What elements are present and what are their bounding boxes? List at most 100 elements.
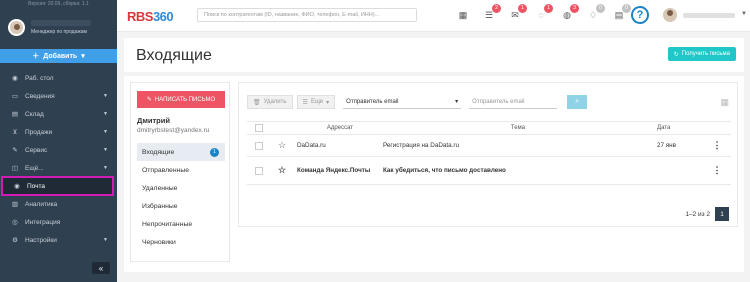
sidebar-item-more[interactable]: ◫ Ещё... ▼ [0, 159, 117, 177]
receive-mail-button[interactable]: ↻ Получить письма [667, 47, 736, 61]
user-name-redacted [31, 19, 91, 26]
delete-button[interactable]: 🗑 Удалить [247, 95, 293, 109]
folder-favorites[interactable]: Избранные [137, 197, 225, 215]
mail-icon: ◉ [14, 183, 20, 190]
row-menu-icon[interactable]: ⋮ [703, 165, 731, 176]
sidebar-item-mail[interactable]: ◉ Почта [1, 176, 114, 196]
dashboard-icon: ◉ [12, 75, 18, 82]
bell-badge: 0 [596, 4, 605, 13]
row-topic: Регистрация на DaData.ru [383, 142, 459, 149]
chevron-down-icon: ▾ [455, 99, 459, 105]
sidebar-item-integration[interactable]: ◎ Интеграция [0, 213, 117, 231]
inbox-badge: 0 [622, 4, 631, 13]
search-input[interactable]: Поиск по контрагентам (ID, название, ФИО… [197, 8, 417, 22]
chevron-down-icon: ▼ [103, 237, 108, 243]
calendar-icon[interactable]: ▦ [457, 9, 469, 21]
user-profile[interactable]: Менеджер по продажам [0, 8, 117, 46]
more-button[interactable]: ☰ Еще ▾ [296, 95, 336, 109]
table-row[interactable]: ☆ Команда Яндекс.Почты Как убедиться, чт… [247, 157, 731, 185]
plus-icon: ＋ [32, 53, 40, 60]
chevron-down-icon: ▼ [103, 129, 108, 135]
chevron-down-icon: ▼ [103, 93, 108, 99]
warehouse-icon: ▤ [11, 111, 19, 118]
folder-label: Отправленные [142, 166, 190, 174]
chevron-down-icon: ▼ [103, 165, 108, 171]
sidebar-item-settings[interactable]: ⚙ Настройки ▼ [0, 231, 117, 249]
sidebar: Версия: 20.09, сборка: 1.1 Менеджер по п… [0, 0, 117, 282]
compose-button[interactable]: ✎ НАПИСАТЬ ПИСЬМО [137, 91, 225, 108]
avatar[interactable] [8, 18, 25, 36]
header-date[interactable]: Дата [653, 125, 703, 131]
chat-badge: 1 [544, 4, 553, 13]
row-date: 27 янв [657, 142, 676, 149]
sidebar-item-info[interactable]: ▭ Сведения ▼ [0, 87, 117, 105]
folder-inbox[interactable]: Входящие 1 [137, 143, 225, 161]
mail-table: Адрессат Тема Дата ☆ DaData.ru Регистрац… [247, 121, 731, 185]
row-menu-icon[interactable]: ⋮ [703, 140, 731, 151]
bell-icon[interactable]: ♢ 0 [587, 4, 605, 21]
star-icon[interactable]: ☆ [271, 165, 293, 176]
sidebar-item-analytics[interactable]: ▥ Аналитика [0, 195, 117, 213]
edit-icon: ✎ [146, 97, 152, 103]
user-name-redacted[interactable] [683, 13, 735, 18]
trash-icon: 🗑 [253, 99, 261, 106]
search-button[interactable]: ⌕ [567, 95, 588, 109]
chevron-down-icon[interactable]: ▼ [741, 11, 747, 17]
envelope-icon[interactable]: ✉ 1 [509, 4, 527, 21]
sidebar-item-sales[interactable]: ⊻ Продажи ▼ [0, 123, 117, 141]
chat-icon[interactable]: ◌ 1 [535, 4, 553, 21]
row-checkbox[interactable] [255, 166, 263, 175]
table-row[interactable]: ☆ DaData.ru Регистрация на DaData.ru 27 … [247, 135, 731, 157]
sidebar-item-label: Ещё... [25, 164, 44, 172]
folder-deleted[interactable]: Удаленные [137, 179, 225, 197]
page-button[interactable]: 1 [715, 207, 729, 221]
table-header: Адрессат Тема Дата [247, 121, 731, 135]
logo[interactable]: RBS360 [127, 9, 174, 24]
folder-unread[interactable]: Непрочитанные [137, 215, 225, 233]
sidebar-item-label: Интеграция [25, 218, 61, 226]
folder-list: Входящие 1 Отправленные Удаленные Избран… [137, 143, 225, 251]
list-icon: ☰ [302, 99, 308, 106]
folder-drafts[interactable]: Черновики [137, 233, 225, 251]
sender-select-value: Отправитель email [346, 98, 399, 105]
row-addressee: DaData.ru [297, 142, 326, 149]
sidebar-item-label: Раб. стол [25, 74, 54, 82]
chevron-down-icon: ▾ [81, 53, 85, 60]
sender-select[interactable]: Отправитель email ▾ [343, 95, 462, 109]
header-topic[interactable]: Тема [383, 125, 653, 131]
grid-view-icon[interactable]: ▦ [720, 97, 729, 108]
integration-icon: ◎ [12, 219, 18, 226]
folder-label: Непрочитанные [142, 220, 193, 228]
add-button[interactable]: ＋ Добавить ▾ [0, 49, 117, 63]
select-all-checkbox[interactable] [255, 124, 263, 132]
row-checkbox[interactable] [255, 141, 263, 150]
row-topic: Как убедиться, что письмо доставлено [383, 167, 506, 174]
comments-icon[interactable]: ◍ 3 [561, 4, 579, 21]
sidebar-item-label: Сервис [25, 146, 48, 154]
sidebar-item-service[interactable]: ✎ Сервис ▼ [0, 141, 117, 159]
sidebar-item-label: Продажи [25, 128, 53, 136]
add-label: Добавить [43, 52, 78, 60]
refresh-icon: ↻ [673, 51, 679, 58]
folder-label: Избранные [142, 202, 178, 210]
sidebar-item-dashboard[interactable]: ◉ Раб. стол [0, 69, 117, 87]
compose-label: НАПИСАТЬ ПИСЬМО [154, 96, 216, 103]
chevron-down-icon: ▼ [103, 147, 108, 153]
sender-email-input[interactable]: Отправитель email [469, 95, 558, 109]
page-header: Входящие ↻ Получить письма [124, 38, 744, 72]
sender-email-placeholder: Отправитель email [472, 98, 525, 105]
version-label: Версия: 20.09, сборка: 1.1 [28, 1, 89, 7]
header-addressee[interactable]: Адрессат [293, 125, 383, 131]
collapse-sidebar-button[interactable]: « [92, 262, 110, 274]
folder-sent[interactable]: Отправленные [137, 161, 225, 179]
tasks-icon[interactable]: ☰ 2 [483, 4, 501, 21]
sidebar-menu: ◉ Раб. стол ▭ Сведения ▼ ▤ Склад ▼ ⊻ Про… [0, 69, 117, 249]
comments-badge: 3 [570, 4, 579, 13]
sidebar-item-warehouse[interactable]: ▤ Склад ▼ [0, 105, 117, 123]
chevron-down-icon: ▾ [326, 99, 330, 106]
help-icon[interactable]: ? [631, 6, 649, 24]
inbox-icon[interactable]: ▤ 0 [613, 4, 631, 21]
receive-mail-label: Получить письма [681, 51, 730, 57]
star-icon[interactable]: ☆ [271, 140, 293, 151]
avatar[interactable] [663, 8, 677, 22]
